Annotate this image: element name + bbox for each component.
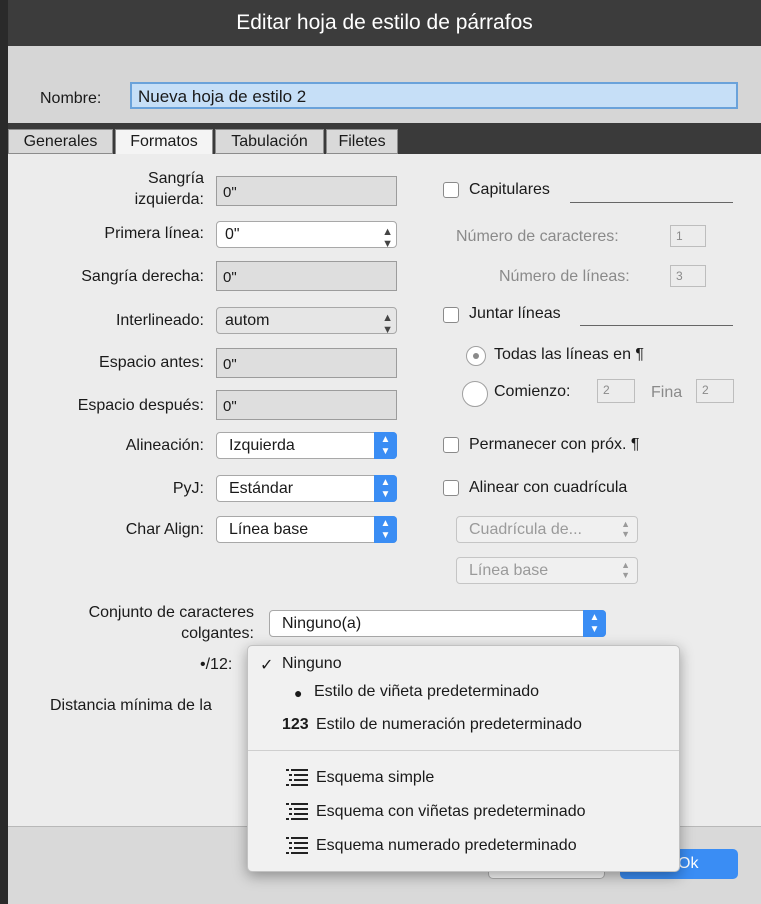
- sangria-derecha-field[interactable]: 0": [216, 261, 397, 291]
- popup-arrows-icon: ▲ ▼: [583, 610, 606, 637]
- outline-list-icon: [286, 803, 308, 820]
- num-caracteres-label: Número de caracteres:: [456, 228, 619, 245]
- bullet-icon: ●: [294, 685, 303, 701]
- popup-arrows-icon: ▲ ▼: [621, 519, 630, 539]
- menu-separator: [248, 750, 679, 751]
- hanging-chars-label: Conjunto de caracteres colgantes:: [88, 604, 254, 642]
- num-lineas-field[interactable]: 3: [670, 265, 706, 287]
- alineacion-popup[interactable]: Izquierda ▲ ▼: [216, 432, 397, 459]
- stepper-arrows-icon: ▲ ▼: [382, 226, 393, 250]
- radio-selected-icon: [473, 353, 479, 359]
- juntar-lineas-checkbox[interactable]: [443, 307, 459, 323]
- cuadricula-popup[interactable]: Cuadrícula de... ▲ ▼: [456, 516, 638, 543]
- popup-arrows-icon: ▲ ▼: [374, 475, 397, 502]
- outline-list-icon: [286, 837, 308, 854]
- pyj-popup[interactable]: Estándar ▲ ▼: [216, 475, 397, 502]
- fina-field[interactable]: 2: [696, 379, 734, 403]
- name-input[interactable]: Nueva hoja de estilo 2: [130, 82, 738, 109]
- todas-lineas-label: Todas las líneas en ¶: [494, 346, 645, 363]
- bullets-label: •/12:: [200, 656, 233, 673]
- interlineado-stepper[interactable]: autom ▲ ▼: [216, 307, 397, 336]
- permanecer-label: Permanecer con próx. ¶: [469, 436, 640, 453]
- stepper-arrows-icon: ▲ ▼: [382, 312, 393, 336]
- comienzo-field[interactable]: 2: [597, 379, 635, 403]
- menu-item-esquema-simple[interactable]: Esquema simple: [316, 769, 434, 787]
- numbering-icon: 123: [282, 716, 309, 733]
- comienzo-label: Comienzo:: [494, 383, 571, 400]
- todas-lineas-radio[interactable]: [466, 346, 486, 366]
- hanging-chars-popup[interactable]: Ninguno(a) ▲ ▼: [269, 610, 606, 637]
- capitulares-label: Capitulares: [469, 181, 550, 198]
- fina-label: Fina: [651, 384, 683, 401]
- interlineado-label: Interlineado:: [115, 312, 204, 329]
- capitulares-checkbox[interactable]: [443, 182, 459, 198]
- outline-list-icon: [286, 769, 308, 786]
- popup-arrows-icon: ▲ ▼: [374, 516, 397, 543]
- menu-item-vineta[interactable]: Estilo de viñeta predeterminado: [314, 683, 539, 701]
- tab-filetes[interactable]: Filetes: [326, 129, 398, 154]
- menu-item-esquema-vinetas[interactable]: Esquema con viñetas predeterminado: [316, 803, 586, 821]
- char-align-popup[interactable]: Línea base ▲ ▼: [216, 516, 397, 543]
- sangria-izquierda-label: Sangría izquierda:: [134, 170, 204, 208]
- menu-item-numeracion[interactable]: Estilo de numeración predeterminado: [316, 716, 582, 734]
- espacio-antes-label: Espacio antes:: [99, 354, 204, 371]
- permanecer-checkbox[interactable]: [443, 437, 459, 453]
- espacio-despues-field[interactable]: 0": [216, 390, 397, 420]
- background-strip: [0, 0, 8, 904]
- espacio-antes-field[interactable]: 0": [216, 348, 397, 378]
- espacio-despues-label: Espacio después:: [77, 397, 204, 414]
- juntar-lineas-label: Juntar líneas: [469, 305, 561, 322]
- menu-item-ninguno[interactable]: Ninguno: [282, 655, 342, 673]
- menu-item-esquema-numerado[interactable]: Esquema numerado predeterminado: [316, 837, 577, 855]
- linea-base-popup[interactable]: Línea base ▲ ▼: [456, 557, 638, 584]
- window-title: Editar hoja de estilo de párrafos: [8, 0, 761, 46]
- capitulares-rule: [570, 202, 733, 203]
- alinear-cuadricula-checkbox[interactable]: [443, 480, 459, 496]
- primera-linea-label: Primera línea:: [104, 225, 204, 242]
- alinear-cuadricula-label: Alinear con cuadrícula: [469, 479, 628, 496]
- char-align-label: Char Align:: [125, 521, 204, 538]
- sangria-derecha-label: Sangría derecha:: [81, 268, 204, 285]
- num-lineas-label: Número de líneas:: [499, 268, 630, 285]
- tab-tabulacion[interactable]: Tabulación: [215, 129, 324, 154]
- popup-arrows-icon: ▲ ▼: [374, 432, 397, 459]
- popup-arrows-icon: ▲ ▼: [621, 560, 630, 580]
- distancia-label: Distancia mínima de la: [50, 697, 212, 714]
- sangria-izquierda-field[interactable]: 0": [216, 176, 397, 206]
- pyj-label: PyJ:: [172, 480, 204, 497]
- primera-linea-stepper[interactable]: 0" ▲ ▼: [216, 221, 397, 250]
- tab-generales[interactable]: Generales: [8, 129, 113, 154]
- num-caracteres-field[interactable]: 1: [670, 225, 706, 247]
- hanging-chars-menu: ✓ Ninguno ● Estilo de viñeta predetermin…: [247, 645, 680, 872]
- juntar-rule: [580, 325, 733, 326]
- tab-formatos[interactable]: Formatos: [115, 129, 213, 155]
- alineacion-label: Alineación:: [125, 437, 204, 454]
- comienzo-radio[interactable]: [462, 381, 488, 407]
- name-label: Nombre:: [40, 90, 102, 107]
- checkmark-icon: ✓: [260, 657, 274, 674]
